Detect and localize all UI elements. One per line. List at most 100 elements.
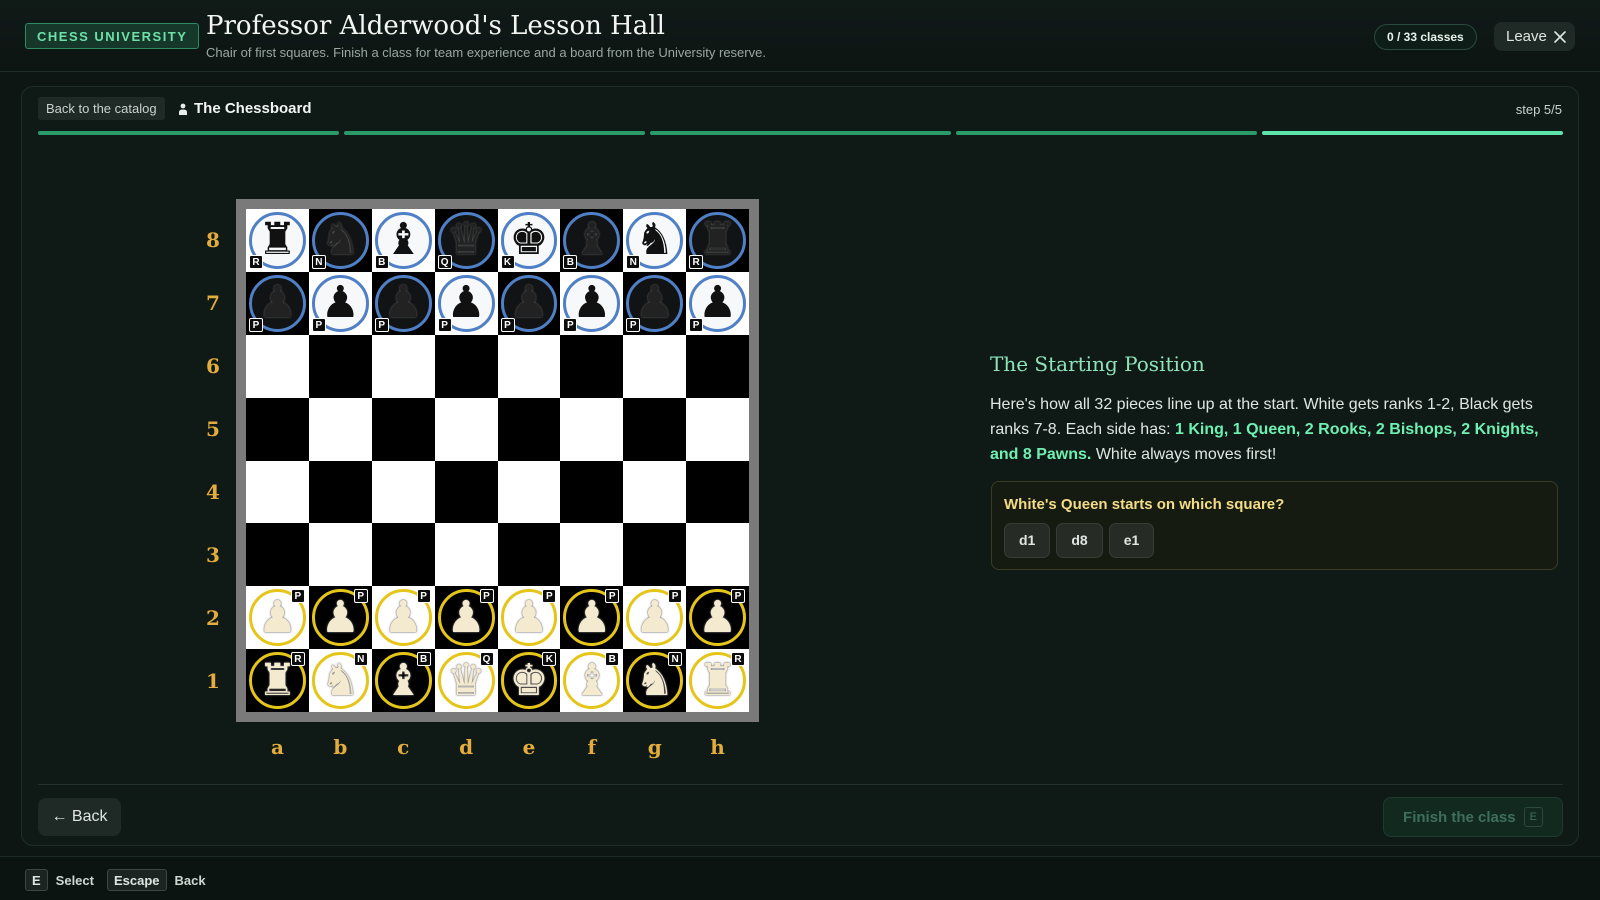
square-d2[interactable]: ♟ P xyxy=(434,586,498,650)
square-f8[interactable]: ♝ B xyxy=(560,209,624,272)
leave-label: Leave xyxy=(1506,28,1547,45)
square-c1[interactable]: ♝ B xyxy=(371,649,435,712)
square-a3[interactable] xyxy=(246,523,309,587)
back-to-catalog-button[interactable]: Back to the catalog xyxy=(38,97,165,120)
square-d4[interactable] xyxy=(434,460,498,524)
square-g3[interactable] xyxy=(623,523,687,587)
file-label: g xyxy=(647,735,662,759)
square-c4[interactable] xyxy=(371,460,435,524)
quiz-option-e1[interactable]: e1 xyxy=(1108,523,1155,558)
square-f2[interactable]: ♟ P xyxy=(560,586,624,650)
square-c3[interactable] xyxy=(371,523,435,587)
piece-letter-tag: P xyxy=(731,589,745,604)
square-h6[interactable] xyxy=(686,334,749,398)
square-a8[interactable]: ♜ R xyxy=(246,209,309,272)
square-h8[interactable]: ♜ R xyxy=(686,209,749,272)
square-d8[interactable]: ♛ Q xyxy=(434,209,498,272)
square-f7[interactable]: ♟ P xyxy=(560,271,624,335)
quiz-option-d1[interactable]: d1 xyxy=(1004,523,1051,558)
square-a7[interactable]: ♟ P xyxy=(246,271,309,335)
square-e4[interactable] xyxy=(497,460,561,524)
square-f6[interactable] xyxy=(560,334,624,398)
square-c6[interactable] xyxy=(371,334,435,398)
square-h5[interactable] xyxy=(686,397,749,461)
square-g8[interactable]: ♞ N xyxy=(623,209,687,272)
file-label: e xyxy=(522,735,536,759)
square-h4[interactable] xyxy=(686,460,749,524)
square-a2[interactable]: ♟ P xyxy=(246,586,309,650)
square-h2[interactable]: ♟ P xyxy=(686,586,749,650)
piece-letter-tag: P xyxy=(626,317,641,332)
square-f1[interactable]: ♝ B xyxy=(560,649,624,712)
square-b1[interactable]: ♞ N xyxy=(308,649,372,712)
rank-label: 2 xyxy=(206,605,220,630)
square-b4[interactable] xyxy=(308,460,372,524)
finish-class-label: Finish the class xyxy=(1403,808,1516,826)
square-g2[interactable]: ♟ P xyxy=(623,586,687,650)
square-g6[interactable] xyxy=(623,334,687,398)
square-d6[interactable] xyxy=(434,334,498,398)
square-e8[interactable]: ♚ K xyxy=(497,209,561,272)
square-b5[interactable] xyxy=(308,397,372,461)
info-title: The Starting Position xyxy=(990,352,1205,376)
square-f4[interactable] xyxy=(560,460,624,524)
lesson-title: The Chessboard xyxy=(178,100,312,117)
piece-letter-tag: P xyxy=(668,589,683,604)
square-g5[interactable] xyxy=(623,397,687,461)
square-d7[interactable]: ♟ P xyxy=(434,271,498,335)
square-e3[interactable] xyxy=(497,523,561,587)
quiz-option-d8[interactable]: d8 xyxy=(1056,523,1103,558)
square-b6[interactable] xyxy=(308,334,372,398)
square-f5[interactable] xyxy=(560,397,624,461)
square-e6[interactable] xyxy=(497,334,561,398)
person-icon xyxy=(179,103,187,115)
square-b2[interactable]: ♟ P xyxy=(308,586,372,650)
piece-letter-tag: R xyxy=(290,652,305,667)
square-d1[interactable]: ♛ Q xyxy=(434,649,498,712)
square-e7[interactable]: ♟ P xyxy=(497,271,561,335)
file-label: a xyxy=(270,735,284,759)
square-h1[interactable]: ♜ R xyxy=(686,649,749,712)
file-label: d xyxy=(459,735,474,759)
square-d5[interactable] xyxy=(434,397,498,461)
rank-label: 3 xyxy=(206,542,220,567)
square-g7[interactable]: ♟ P xyxy=(623,271,687,335)
square-e2[interactable]: ♟ P xyxy=(497,586,561,650)
square-e5[interactable] xyxy=(497,397,561,461)
square-e1[interactable]: ♚ K xyxy=(497,649,561,712)
square-c5[interactable] xyxy=(371,397,435,461)
chessboard[interactable]: ♜ R ♞ N ♝ B ♛ Q ♚ K ♝ B ♞ N ♜ R ♟ P ♟ P ♟ P ♟ P ♟ P ♟ P ♟ P ♟ P ♟ P ♟ P ♟ P ♟ P… xyxy=(246,209,749,712)
page-title: Professor Alderwood's Lesson Hall xyxy=(206,11,665,41)
square-f3[interactable] xyxy=(560,523,624,587)
square-b3[interactable] xyxy=(308,523,372,587)
square-a1[interactable]: ♜ R xyxy=(246,649,309,712)
square-g1[interactable]: ♞ N xyxy=(623,649,687,712)
piece-letter-tag: B xyxy=(563,254,578,269)
square-g4[interactable] xyxy=(623,460,687,524)
top-bar: CHESS UNIVERSITY Professor Alderwood's L… xyxy=(0,0,1600,72)
piece-letter-tag: N xyxy=(668,652,683,667)
square-b8[interactable]: ♞ N xyxy=(308,209,372,272)
rank-label: 7 xyxy=(206,291,220,316)
piece-letter-tag: R xyxy=(249,254,263,269)
square-c2[interactable]: ♟ P xyxy=(371,586,435,650)
square-a4[interactable] xyxy=(246,460,309,524)
square-b7[interactable]: ♟ P xyxy=(308,271,372,335)
square-c7[interactable]: ♟ P xyxy=(371,271,435,335)
finish-class-button[interactable]: Finish the class E xyxy=(1383,797,1563,837)
square-h3[interactable] xyxy=(686,523,749,587)
leave-button[interactable]: Leave xyxy=(1494,22,1575,51)
back-button[interactable]: ← Back xyxy=(38,798,121,836)
finish-shortcut-key: E xyxy=(1523,807,1543,827)
classes-counter: 0 / 33 classes xyxy=(1374,24,1477,50)
info-body-outro: White always moves first! xyxy=(1091,446,1277,463)
square-a6[interactable] xyxy=(246,334,309,398)
square-d3[interactable] xyxy=(434,523,498,587)
progress-segment xyxy=(38,131,339,135)
square-a5[interactable] xyxy=(246,397,309,461)
square-c8[interactable]: ♝ B xyxy=(371,209,435,272)
square-h7[interactable]: ♟ P xyxy=(686,271,749,335)
piece-letter-tag: P xyxy=(249,317,263,332)
info-body: Here's how all 32 pieces line up at the … xyxy=(990,392,1560,467)
piece-letter-tag: Q xyxy=(437,254,452,269)
